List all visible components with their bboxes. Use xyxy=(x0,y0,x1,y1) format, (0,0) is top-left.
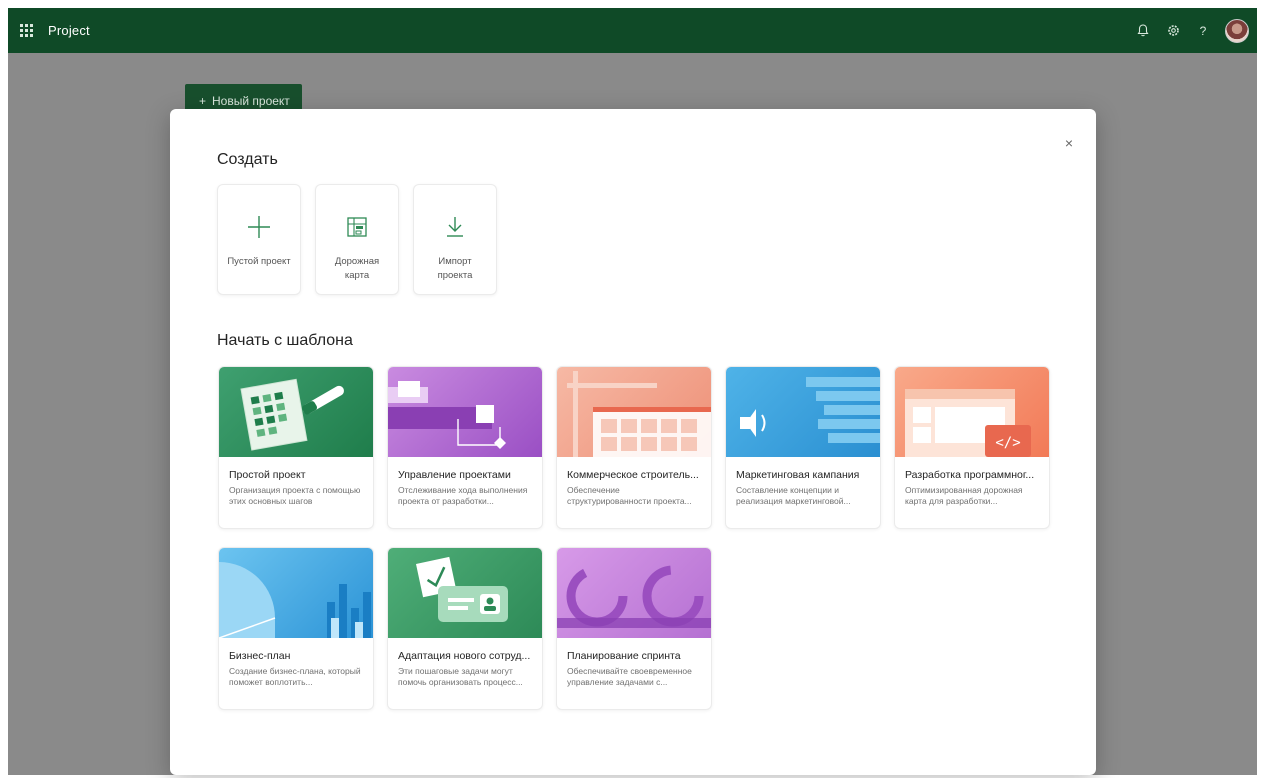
template-thumbnail: </> xyxy=(895,367,1049,457)
template-title: Управление проектами xyxy=(398,469,511,481)
template-card-project-management[interactable]: Управление проектами Отслеживание хода в… xyxy=(387,366,543,529)
create-roadmap-card[interactable]: Дорожная карта xyxy=(315,184,399,295)
new-project-dialog: × Создать Пустой проект Дорожная карта И… xyxy=(170,109,1096,775)
template-title: Коммерческое строитель... xyxy=(567,469,699,481)
template-description: Создание бизнес-плана, который поможет в… xyxy=(229,666,361,687)
svg-text:</>: </> xyxy=(995,435,1020,451)
plus-icon: + xyxy=(199,94,207,108)
template-description: Обеспечение структурированности проекта.… xyxy=(567,485,692,506)
template-title: Адаптация нового сотруд... xyxy=(398,650,531,662)
waffle-icon[interactable] xyxy=(20,23,34,38)
template-card-software-development[interactable]: </> Разработка программног... Оптимизиро… xyxy=(894,366,1050,529)
template-title: Бизнес-план xyxy=(229,650,291,662)
roadmap-icon xyxy=(346,211,368,243)
new-project-label: Новый проект xyxy=(212,94,290,108)
plus-icon xyxy=(246,211,272,243)
app-header: Project ? xyxy=(8,8,1257,53)
template-description: Отслеживание хода выполнения проекта от … xyxy=(398,485,528,506)
templates-section-title: Начать с шаблона xyxy=(217,332,353,349)
template-thumbnail xyxy=(219,548,373,638)
template-title: Разработка программног... xyxy=(905,469,1035,481)
create-section-title: Создать xyxy=(217,151,278,168)
template-thumbnail xyxy=(557,548,711,638)
create-card-label: Пустой проект xyxy=(227,256,291,267)
avatar[interactable] xyxy=(1225,18,1249,43)
header-actions: ? xyxy=(1135,18,1249,43)
template-description: Обеспечивайте своевременное управление з… xyxy=(567,666,692,687)
template-card-commercial-construction[interactable]: Коммерческое строитель... Обеспечение ст… xyxy=(556,366,712,529)
template-thumbnail xyxy=(219,367,373,457)
template-card-simple-project[interactable]: Простой проект Организация проекта с пом… xyxy=(218,366,374,529)
template-card-employee-onboarding[interactable]: Адаптация нового сотруд... Эти пошаговые… xyxy=(387,547,543,710)
template-thumbnail xyxy=(388,367,542,457)
create-card-label: Дорожная карта xyxy=(334,256,380,281)
template-description: Оптимизированная дорожная карта для разр… xyxy=(905,485,1023,506)
app-name[interactable]: Project xyxy=(48,23,90,38)
template-card-marketing-campaign[interactable]: Маркетинговая кампания Составление конце… xyxy=(725,366,881,529)
create-import-card[interactable]: Импорт проекта xyxy=(413,184,497,295)
bell-icon[interactable] xyxy=(1135,23,1151,39)
template-description: Организация проекта с помощью этих основ… xyxy=(229,485,361,506)
template-description: Эти пошаговые задачи могут помочь органи… xyxy=(398,666,523,687)
template-title: Простой проект xyxy=(229,469,306,481)
create-blank-project-card[interactable]: Пустой проект xyxy=(217,184,301,295)
import-icon xyxy=(444,211,466,243)
template-title: Маркетинговая кампания xyxy=(736,469,860,481)
template-title: Планирование спринта xyxy=(567,650,681,662)
create-card-label: Импорт проекта xyxy=(437,256,473,281)
template-card-sprint-planning[interactable]: Планирование спринта Обеспечивайте своев… xyxy=(556,547,712,710)
close-icon[interactable]: × xyxy=(1061,135,1077,151)
template-description: Составление концепции и реализация марке… xyxy=(736,485,851,506)
help-icon[interactable]: ? xyxy=(1195,23,1211,39)
template-card-business-plan[interactable]: Бизнес-план Создание бизнес-плана, котор… xyxy=(218,547,374,710)
gear-icon[interactable] xyxy=(1165,23,1181,39)
template-thumbnail xyxy=(388,548,542,638)
template-thumbnail xyxy=(557,367,711,457)
template-thumbnail xyxy=(726,367,880,457)
